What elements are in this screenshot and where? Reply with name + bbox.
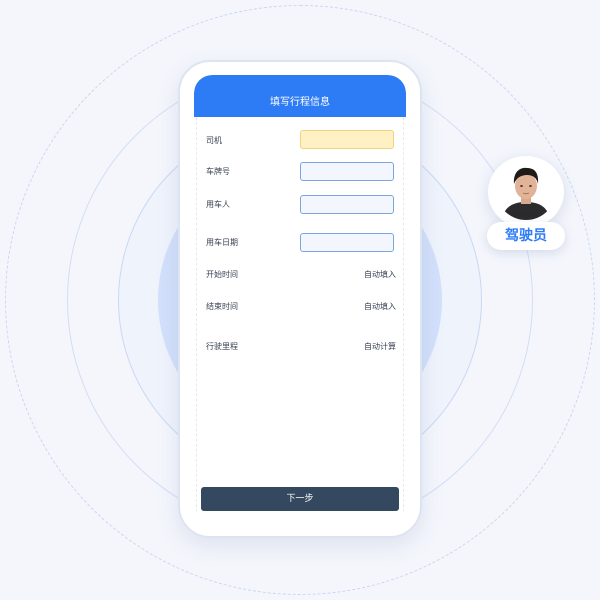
form-header: 填写行程信息 xyxy=(194,75,406,117)
driver-field[interactable] xyxy=(300,130,394,149)
driver-role-label: 驾驶员 xyxy=(505,228,547,244)
page-title: 填写行程信息 xyxy=(270,97,330,108)
vehicle-user-field[interactable] xyxy=(300,195,394,214)
illustration-canvas: 填写行程信息 司机 车牌号 用车人 用车日期 开始时间 自动填入 结束时间 自动… xyxy=(0,0,600,600)
driver-portrait-icon xyxy=(496,160,556,220)
vehicle-user-label: 用车人 xyxy=(206,200,230,209)
next-step-button[interactable]: 下一步 xyxy=(201,487,399,511)
plate-number-label: 车牌号 xyxy=(206,167,230,176)
usage-date-label: 用车日期 xyxy=(206,238,238,247)
start-time-label: 开始时间 xyxy=(206,270,238,279)
end-time-value: 自动填入 xyxy=(364,302,396,311)
end-time-label: 结束时间 xyxy=(206,302,238,311)
usage-date-field[interactable] xyxy=(300,233,394,252)
driver-avatar xyxy=(496,160,556,220)
start-time-value: 自动填入 xyxy=(364,270,396,279)
driver-role-badge: 驾驶员 xyxy=(487,222,565,250)
plate-number-field[interactable] xyxy=(300,162,394,181)
mileage-value: 自动计算 xyxy=(364,342,396,351)
phone-screen: 填写行程信息 司机 车牌号 用车人 用车日期 开始时间 自动填入 结束时间 自动… xyxy=(194,75,406,520)
driver-label: 司机 xyxy=(206,136,222,145)
mileage-label: 行驶里程 xyxy=(206,342,238,351)
